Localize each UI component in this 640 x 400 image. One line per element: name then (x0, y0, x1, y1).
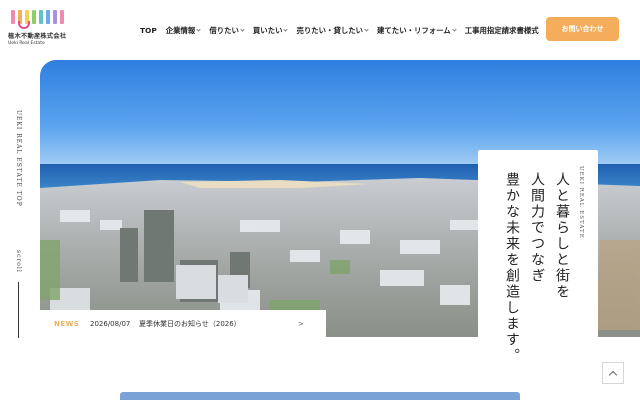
logo-bar (11, 10, 15, 24)
page-top-button[interactable] (602, 362, 624, 384)
nav-item-top[interactable]: TOP (140, 26, 157, 35)
main-nav: TOP 企業情報 借りたい 買いたい 売りたい・貸したい 建てたい・リフォーム … (140, 23, 548, 37)
logo-bar (53, 10, 57, 24)
contact-button[interactable]: お問い合わせ (546, 17, 619, 41)
chevron-down-icon (452, 26, 457, 32)
side-page-label: UEKI REAL ESTATE TOP (15, 110, 22, 207)
logo-bar (39, 10, 43, 24)
logo-bar (46, 10, 50, 24)
logo-u-mark (18, 21, 30, 29)
company-logo[interactable]: 植木不動産株式会社 Ueki Real Estate (8, 8, 74, 52)
logo-bar (60, 10, 64, 24)
chevron-right-icon[interactable]: > (298, 320, 304, 328)
chevron-up-icon (608, 370, 618, 379)
news-bar[interactable]: NEWS 2026/08/07 夏季休業日のお知らせ（2026） > (40, 310, 326, 338)
nav-item-label: 借りたい (209, 25, 239, 35)
news-date: 2026/08/07 (90, 320, 131, 328)
scroll-indicator-label: scroll (15, 250, 22, 273)
tagline-line-2: 人間力でつなぎ (529, 172, 545, 284)
next-section-edge (120, 392, 520, 400)
nav-item-label: TOP (140, 25, 157, 35)
tagline-line-3: 豊かな未来を創造します。 (504, 172, 520, 364)
logo-bar (32, 10, 36, 24)
nav-item-label: 売りたい・貸したい (296, 25, 364, 35)
site-header: 植木不動産株式会社 Ueki Real Estate TOP 企業情報 借りたい… (0, 0, 640, 58)
hero-tagline-card: UEKI REAL ESTATE 人と暮らしと街を 人間力でつなぎ 豊かな未来を… (478, 150, 598, 370)
news-label: NEWS (54, 320, 80, 328)
nav-item-label: 買いたい (252, 25, 283, 35)
news-title-link[interactable]: 夏季休業日のお知らせ（2026） (139, 319, 241, 329)
nav-item-rent[interactable]: 借りたい (209, 25, 245, 36)
chevron-down-icon (196, 26, 201, 32)
nav-item-label: 企業情報 (165, 25, 196, 35)
nav-item-label: 工事用指定請求書様式 (464, 25, 539, 35)
nav-item-company[interactable]: 企業情報 (166, 25, 201, 36)
nav-item-invoice-form[interactable]: 工事用指定請求書様式 (465, 25, 539, 36)
chevron-down-icon (283, 26, 289, 32)
nav-item-buy[interactable]: 買いたい (252, 25, 289, 36)
logo-company-jp: 植木不動産株式会社 (8, 33, 67, 40)
chevron-down-icon (240, 26, 245, 32)
tagline-line-1: 人と暮らしと街を (554, 172, 570, 300)
chevron-down-icon (364, 26, 369, 32)
logo-company-en: Ueki Real Estate (8, 41, 45, 46)
tagline-en: UEKI REAL ESTATE (578, 166, 584, 239)
nav-item-sell-lease[interactable]: 売りたい・貸したい (296, 25, 369, 36)
nav-item-build-reform[interactable]: 建てたい・リフォーム (377, 25, 457, 36)
scroll-indicator-line (18, 282, 19, 338)
nav-item-label: 建てたい・リフォーム (377, 25, 451, 35)
